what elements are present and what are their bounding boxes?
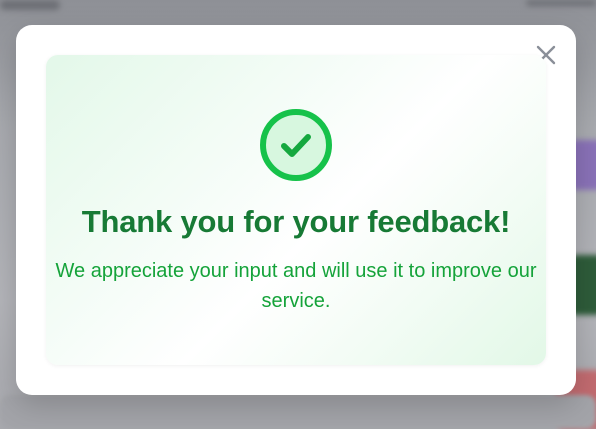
feedback-dialog: Thank you for your feedback! We apprecia… bbox=[16, 25, 576, 395]
background-element bbox=[0, 395, 596, 429]
dialog-title: Thank you for your feedback! bbox=[81, 204, 511, 239]
check-circle-icon bbox=[260, 109, 332, 181]
background-element bbox=[526, 0, 596, 6]
success-panel: Thank you for your feedback! We apprecia… bbox=[46, 55, 546, 365]
dialog-message: We appreciate your input and will use it… bbox=[55, 260, 537, 312]
background-element bbox=[0, 0, 60, 10]
